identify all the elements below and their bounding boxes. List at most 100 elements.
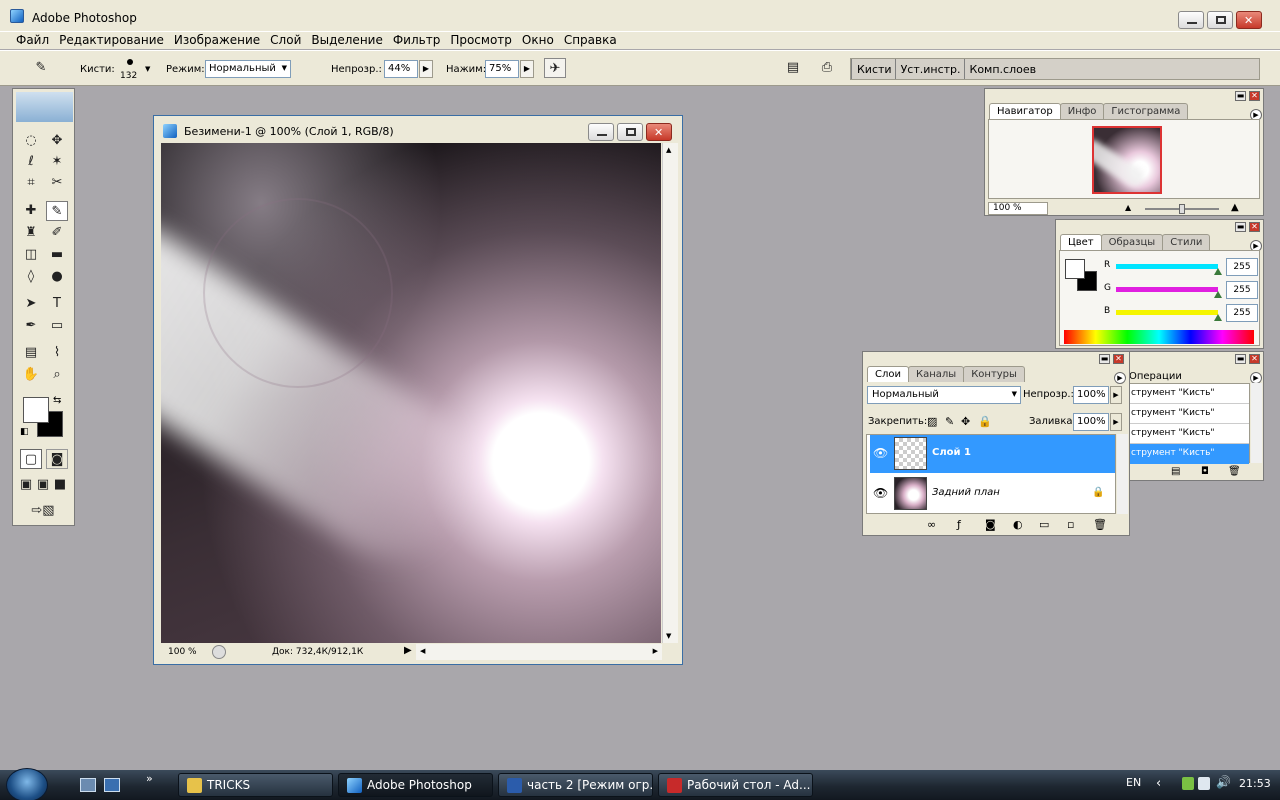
layer-opacity-arrow-icon[interactable]: ▶	[1110, 386, 1122, 404]
maximize-button[interactable]	[1207, 11, 1233, 29]
layers-close-button[interactable]: ✕	[1113, 354, 1124, 364]
volume-icon[interactable]: 🔊	[1216, 775, 1231, 789]
tab-layers[interactable]: Слои	[867, 366, 909, 382]
lasso-tool-icon[interactable]: ℓ	[20, 152, 42, 172]
history-item[interactable]: струмент "Кисть"	[1115, 404, 1249, 424]
navigator-zoom-field[interactable]: 100 %	[988, 202, 1048, 215]
minimize-button[interactable]	[1178, 11, 1204, 29]
screen-mode-full-icon[interactable]: ■	[52, 475, 68, 495]
lock-all-icon[interactable]: 🔒	[978, 415, 992, 428]
lock-image-icon[interactable]: ✎	[945, 415, 954, 428]
zoom-slider-thumb[interactable]	[1179, 204, 1185, 214]
history-close-button[interactable]: ✕	[1249, 354, 1260, 364]
menu-edit[interactable]: Редактирование	[54, 32, 169, 49]
mode-select[interactable]: Нормальный ▼	[205, 60, 291, 78]
task-word[interactable]: часть 2 [Режим огр...	[498, 773, 653, 797]
lock-position-icon[interactable]: ✥	[961, 415, 970, 428]
brush-tool-icon[interactable]: ✎	[46, 201, 68, 221]
red-value[interactable]: 255	[1226, 258, 1258, 276]
path-selection-tool-icon[interactable]: ➤	[20, 294, 42, 314]
zoom-tool-icon[interactable]: ⌕	[46, 365, 68, 385]
history-item[interactable]: струмент "Кисть"	[1115, 424, 1249, 444]
switch-windows-icon[interactable]	[104, 778, 120, 792]
red-slider[interactable]	[1116, 264, 1222, 275]
hand-tool-icon[interactable]: ✋	[20, 365, 42, 385]
green-slider[interactable]	[1116, 287, 1222, 298]
tab-navigator[interactable]: Навигатор	[989, 103, 1061, 119]
brush-picker[interactable]: 132	[120, 55, 142, 83]
color-close-button[interactable]: ✕	[1249, 222, 1260, 232]
task-tricks[interactable]: TRICKS	[178, 773, 333, 797]
well-tab-brushes[interactable]: Кисти	[851, 59, 895, 79]
menu-image[interactable]: Изображение	[169, 32, 265, 49]
vertical-scrollbar[interactable]: ▲ ▼	[662, 143, 678, 643]
blue-slider[interactable]	[1116, 310, 1222, 321]
image-canvas[interactable]	[161, 143, 661, 643]
eyedropper-tool-icon[interactable]: ⌇	[46, 343, 68, 363]
zoom-readout[interactable]: 100 %	[168, 644, 197, 660]
color-spectrum-bar[interactable]	[1064, 330, 1254, 344]
green-value[interactable]: 255	[1226, 281, 1258, 299]
history-minimize-button[interactable]: ▬	[1235, 354, 1246, 364]
flow-arrow-icon[interactable]: ▶	[520, 60, 534, 78]
scroll-up-icon[interactable]: ▲	[666, 146, 671, 154]
tab-styles[interactable]: Стили	[1162, 234, 1211, 250]
jump-to-imageready-icon[interactable]: ⇨▧	[23, 501, 63, 521]
slider-thumb-icon[interactable]	[1214, 291, 1222, 298]
file-browser-icon[interactable]: ▤	[782, 58, 804, 78]
well-tab-tool-presets[interactable]: Уст.инстр.	[894, 59, 964, 79]
history-item[interactable]: струмент "Кисть"	[1115, 384, 1249, 404]
slice-tool-icon[interactable]: ✂	[46, 173, 68, 193]
new-layer-icon[interactable]: ▫	[1067, 518, 1074, 531]
magic-wand-tool-icon[interactable]: ✶	[46, 152, 68, 172]
menu-filter[interactable]: Фильтр	[388, 32, 445, 49]
move-tool-icon[interactable]: ✥	[46, 131, 68, 151]
default-colors-icon[interactable]: ◧	[20, 427, 29, 437]
menu-view[interactable]: Просмотр	[445, 32, 517, 49]
fill-field[interactable]: 100%	[1073, 413, 1109, 431]
quick-launch-more-icon[interactable]: »	[146, 772, 153, 785]
gradient-tool-icon[interactable]: ▬	[46, 245, 68, 265]
menu-help[interactable]: Справка	[559, 32, 622, 49]
doc-close-button[interactable]: ✕	[646, 123, 672, 141]
navigator-zoom-slider[interactable]	[1145, 204, 1219, 214]
eye-visibility-icon[interactable]: 👁	[873, 446, 888, 460]
layer-mask-icon[interactable]: ◙	[985, 518, 996, 531]
task-acrobat[interactable]: Рабочий стол - Ad...	[658, 773, 813, 797]
shape-tool-icon[interactable]: ▭	[46, 316, 68, 336]
link-layers-icon[interactable]: ∞	[927, 518, 936, 531]
notes-tool-icon[interactable]: ▤	[20, 343, 42, 363]
tab-channels[interactable]: Каналы	[908, 366, 965, 382]
tab-histogram[interactable]: Гистограмма	[1103, 103, 1189, 119]
show-desktop-icon[interactable]	[80, 778, 96, 792]
menu-layer[interactable]: Слой	[265, 32, 306, 49]
navigator-close-button[interactable]: ✕	[1249, 91, 1260, 101]
slider-thumb-icon[interactable]	[1214, 314, 1222, 321]
tab-info[interactable]: Инфо	[1059, 103, 1105, 119]
tab-swatches[interactable]: Образцы	[1100, 234, 1164, 250]
horizontal-scrollbar[interactable]: ◀ ▶	[416, 644, 662, 660]
close-button[interactable]: ✕	[1236, 11, 1262, 29]
tab-history[interactable]: Операции	[1129, 371, 1182, 382]
layer-style-icon[interactable]: ƒ	[957, 518, 961, 531]
history-scrollbar[interactable]	[1251, 383, 1262, 463]
feather-logo-icon[interactable]	[16, 92, 73, 122]
task-photoshop[interactable]: Adobe Photoshop	[338, 773, 493, 797]
doc-maximize-button[interactable]	[617, 123, 643, 141]
lock-transparency-icon[interactable]: ▨	[927, 415, 937, 428]
type-tool-icon[interactable]: T	[46, 294, 68, 314]
brush-preset-icon[interactable]: ✎	[30, 58, 52, 78]
layer-row-selected[interactable]: 👁 Слой 1	[870, 435, 1115, 473]
airbrush-toggle-icon[interactable]: ✈	[544, 58, 566, 78]
screen-mode-standard-icon[interactable]: ▣	[18, 475, 34, 495]
blue-value[interactable]: 255	[1226, 304, 1258, 322]
flow-field[interactable]: 75%	[485, 60, 519, 78]
new-group-icon[interactable]: ▭	[1039, 518, 1049, 531]
start-button[interactable]	[6, 768, 48, 800]
zoom-out-icon[interactable]: ▲	[1125, 203, 1131, 212]
opacity-arrow-icon[interactable]: ▶	[419, 60, 433, 78]
navigator-thumbnail[interactable]	[1092, 126, 1162, 194]
zoom-in-icon[interactable]: ▲	[1231, 202, 1239, 213]
well-tab-layer-comps[interactable]: Комп.слоев	[963, 59, 1040, 79]
scroll-right-icon[interactable]: ▶	[653, 647, 658, 655]
